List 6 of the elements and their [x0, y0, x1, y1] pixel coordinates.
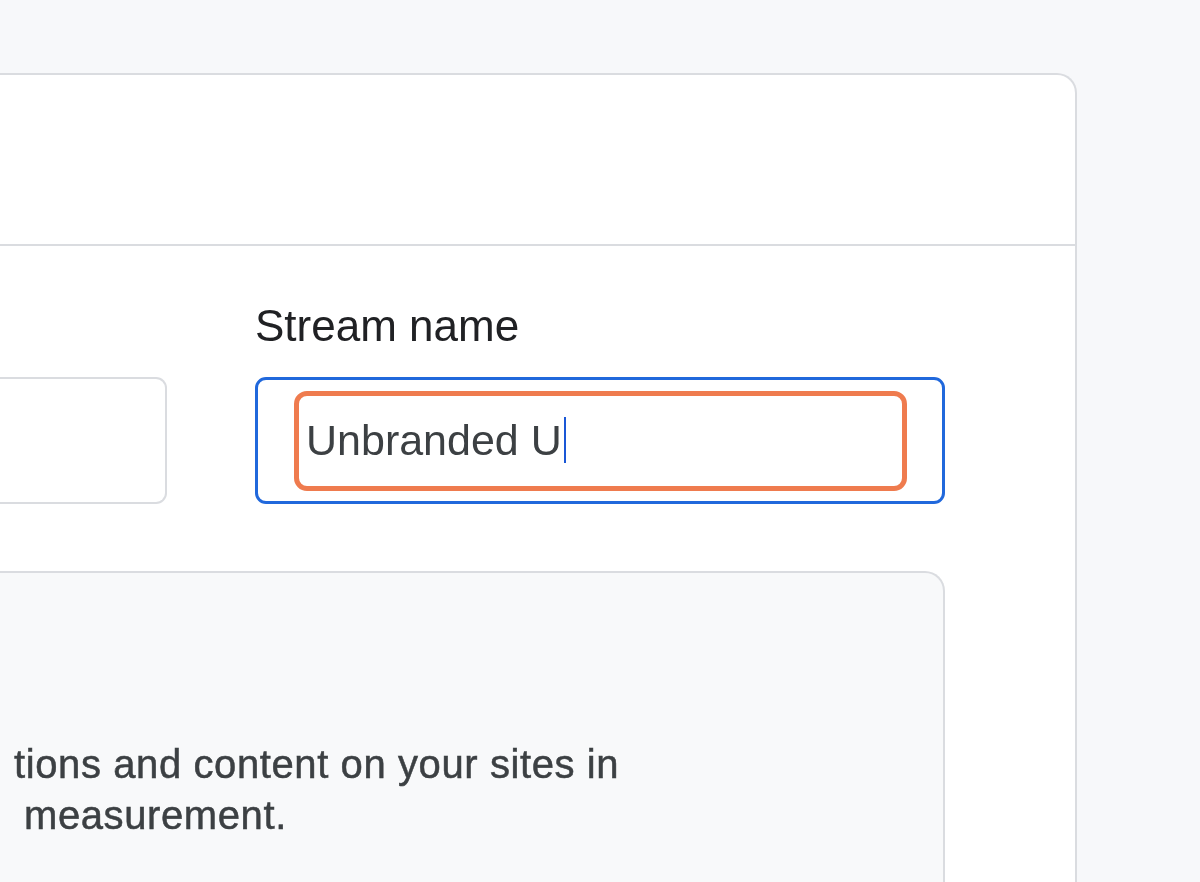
text-cursor-icon	[563, 417, 566, 464]
field-label: Stream name	[255, 300, 520, 352]
text-field[interactable]: Unbranded U	[255, 376, 945, 504]
description-text: tions and content on your sites in	[14, 740, 620, 788]
description-text: measurement.	[24, 791, 287, 839]
input-field[interactable]	[0, 376, 167, 504]
